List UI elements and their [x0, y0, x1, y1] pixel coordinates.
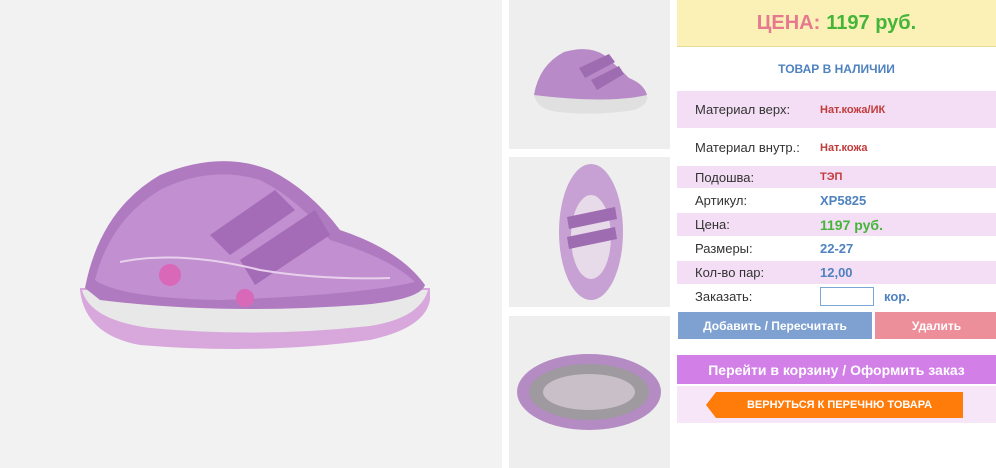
detail-value: XP5825: [820, 193, 867, 208]
detail-label: Кол-во пар:: [695, 265, 765, 280]
shoe-illustration: [80, 161, 430, 349]
detail-row-order: Заказать: кор.: [677, 285, 996, 308]
thumbnail-side-view[interactable]: [509, 0, 670, 149]
delete-button[interactable]: Удалить: [875, 312, 996, 339]
detail-row-article: Артикул: XP5825: [677, 189, 996, 212]
stock-status: ТОВАР В НАЛИЧИИ: [778, 62, 895, 76]
detail-row-price: Цена: 1197 руб.: [677, 213, 996, 236]
shoe-top-thumbnail: [559, 164, 623, 300]
detail-label: Артикул:: [695, 193, 748, 208]
order-unit: кор.: [884, 289, 910, 304]
go-to-cart-button[interactable]: Перейти в корзину / Оформить заказ: [677, 355, 996, 384]
product-info-panel: ЦЕНА: 1197 руб. ТОВАР В НАЛИЧИИ Материал…: [677, 0, 996, 468]
order-label: Заказать:: [695, 289, 753, 304]
back-section: ВЕРНУТЬСЯ К ПЕРЕЧНЮ ТОВАРА: [677, 386, 996, 423]
shoe-side-thumbnail: [534, 49, 648, 114]
thumbnail-top-view[interactable]: [509, 157, 670, 307]
detail-row-sole: Подошва: ТЭП: [677, 166, 996, 188]
back-to-list-button[interactable]: ВЕРНУТЬСЯ К ПЕРЕЧНЮ ТОВАРА: [706, 392, 963, 418]
detail-value: 1197 руб.: [820, 216, 883, 233]
detail-row-material-upper: Материал верх: Нат.кожа/ИК: [677, 91, 996, 128]
detail-row-material-inner: Материал внутр.: Нат.кожа: [677, 130, 996, 165]
detail-value: ТЭП: [820, 171, 843, 183]
price-value: 1197 руб.: [826, 11, 917, 34]
detail-label: Размеры:: [695, 241, 753, 256]
detail-value: Нат.кожа/ИК: [820, 103, 886, 116]
detail-label: Цена:: [695, 217, 730, 232]
detail-label: Подошва:: [695, 169, 755, 185]
detail-value: 22-27: [820, 241, 854, 256]
add-recalculate-button[interactable]: Добавить / Пересчитать: [678, 312, 872, 339]
detail-label: Материал внутр.:: [695, 140, 800, 155]
main-product-image[interactable]: [0, 0, 502, 468]
thumbnail-sole-view[interactable]: [509, 316, 670, 468]
price-header: ЦЕНА: 1197 руб.: [677, 0, 996, 47]
price-label: ЦЕНА:: [756, 11, 821, 34]
detail-value: Нат.кожа: [820, 141, 868, 154]
detail-row-pairs: Кол-во пар: 12,00: [677, 261, 996, 284]
detail-value: 12,00: [820, 265, 853, 280]
shoe-sole-thumbnail: [517, 354, 661, 430]
order-quantity-input[interactable]: [820, 287, 874, 306]
detail-row-sizes: Размеры: 22-27: [677, 237, 996, 260]
detail-label: Материал верх:: [695, 102, 791, 117]
